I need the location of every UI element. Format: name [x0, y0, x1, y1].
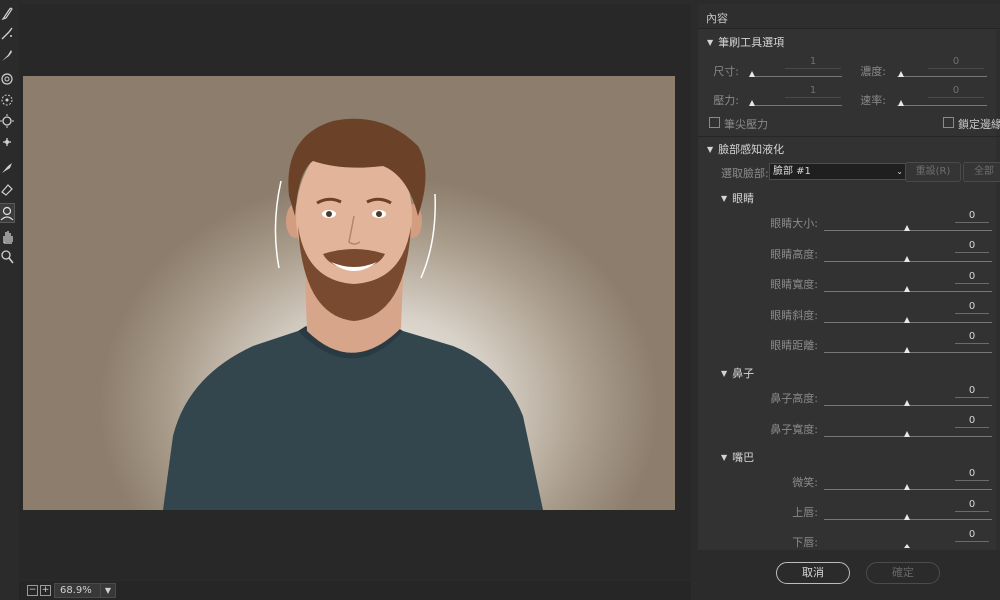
eye-distance-slider-thumb[interactable] — [904, 347, 910, 353]
smooth-icon[interactable] — [0, 46, 14, 64]
eye-width-slider-thumb[interactable] — [904, 286, 910, 292]
stylus-pressure-label: 筆尖壓力 — [724, 118, 768, 131]
eye-height-label: 眼睛高度: — [770, 248, 818, 261]
pin-edges-label: 鎖定邊緣 — [958, 118, 1000, 131]
reconstruct-icon[interactable] — [0, 24, 14, 42]
eye-distance-label: 眼睛距離: — [770, 339, 818, 352]
pressure-slider-thumb[interactable] — [749, 100, 755, 106]
nose-height-value[interactable]: 0 — [955, 384, 989, 398]
eye-distance-value[interactable]: 0 — [955, 330, 989, 344]
face-aware-header[interactable]: ▼ 臉部感知液化 — [707, 141, 784, 157]
smile-value[interactable]: 0 — [955, 467, 989, 481]
nose-width-slider-thumb[interactable] — [904, 431, 910, 437]
eye-tilt-label: 眼睛斜度: — [770, 309, 818, 322]
upper-lip-label: 上唇: — [792, 506, 818, 519]
twirl-clockwise-icon[interactable] — [0, 70, 14, 88]
nose-height-label: 鼻子高度: — [770, 392, 818, 405]
nose-height-slider-thumb[interactable] — [904, 400, 910, 406]
eye-tilt-slider-thumb[interactable] — [904, 317, 910, 323]
reset-button[interactable]: 重設(R) — [905, 162, 961, 182]
rate-slider-thumb[interactable] — [898, 100, 904, 106]
bloat-icon[interactable] — [0, 112, 14, 130]
eye-height-slider-thumb[interactable] — [904, 256, 910, 262]
forward-warp-icon[interactable] — [0, 4, 14, 22]
nose-title: 鼻子 — [732, 367, 755, 380]
triangle-down-icon: ▼ — [721, 369, 728, 378]
portrait-photo — [163, 118, 543, 510]
status-bar: − + 68.9% ▼ — [19, 581, 691, 600]
eye-width-value[interactable]: 0 — [955, 270, 989, 284]
panel-title: 內容 — [706, 12, 728, 25]
rate-label: 速率: — [860, 94, 886, 107]
face-aware-title: 臉部感知液化 — [718, 143, 785, 156]
density-value[interactable]: 0 — [928, 55, 984, 69]
brush-options-header[interactable]: ▼ 筆刷工具選項 — [707, 34, 784, 50]
pucker-icon[interactable] — [0, 91, 14, 109]
lower-lip-value[interactable]: 0 — [955, 528, 989, 542]
all-button[interactable]: 全部 — [963, 162, 1000, 182]
smile-label: 微笑: — [792, 476, 818, 489]
triangle-down-icon: ▼ — [707, 145, 714, 154]
pressure-value[interactable]: 1 — [785, 84, 841, 98]
pin-edges-checkbox[interactable] — [943, 117, 954, 128]
pressure-slider-track[interactable] — [750, 105, 842, 106]
eye-height-value[interactable]: 0 — [955, 239, 989, 253]
face-tool-icon[interactable] — [0, 203, 15, 223]
zoom-icon[interactable] — [0, 248, 14, 266]
hand-icon[interactable] — [0, 228, 14, 246]
panel-header: 內容 — [698, 4, 1000, 29]
size-value[interactable]: 1 — [785, 55, 841, 69]
thaw-mask-icon[interactable] — [0, 180, 14, 198]
eyes-header[interactable]: ▼ 眼睛 — [721, 190, 754, 206]
lower-lip-label: 下唇: — [792, 536, 818, 549]
eyes-title: 眼睛 — [732, 192, 755, 205]
lower-lip-slider-thumb[interactable] — [904, 544, 910, 548]
upper-lip-value[interactable]: 0 — [955, 498, 989, 512]
freeze-mask-icon[interactable] — [0, 158, 14, 176]
size-label: 尺寸: — [713, 65, 739, 78]
triangle-down-icon: ▼ — [721, 194, 728, 203]
zoom-out-button[interactable]: − — [27, 585, 38, 596]
density-slider-thumb[interactable] — [898, 71, 904, 77]
eye-tilt-value[interactable]: 0 — [955, 300, 989, 314]
nose-header[interactable]: ▼ 鼻子 — [721, 365, 754, 381]
cancel-button[interactable]: 取消 — [776, 562, 850, 584]
select-face-label: 選取臉部: — [721, 167, 769, 180]
tool-bar — [0, 0, 15, 600]
chevron-down-icon: ⌄ — [896, 167, 903, 176]
mouth-title: 嘴巴 — [732, 451, 755, 464]
brush-options-title: 筆刷工具選項 — [718, 36, 785, 49]
triangle-down-icon: ▼ — [707, 38, 714, 47]
panel-scrollbar[interactable] — [996, 30, 1000, 550]
size-slider-thumb[interactable] — [749, 71, 755, 77]
rate-value[interactable]: 0 — [928, 84, 984, 98]
ok-button[interactable]: 確定 — [866, 562, 940, 584]
density-label: 濃度: — [860, 65, 886, 78]
mouth-header[interactable]: ▼ 嘴巴 — [721, 449, 754, 465]
nose-width-label: 鼻子寬度: — [770, 423, 818, 436]
stylus-pressure-checkbox[interactable] — [709, 117, 720, 128]
eye-size-value[interactable]: 0 — [955, 209, 989, 223]
triangle-down-icon: ▼ — [721, 453, 728, 462]
zoom-level-field[interactable]: 68.9% — [54, 583, 101, 598]
density-slider-track[interactable] — [897, 76, 987, 77]
eye-size-label: 眼睛大小: — [770, 217, 818, 230]
pressure-label: 壓力: — [713, 94, 739, 107]
rate-slider-track[interactable] — [897, 105, 987, 106]
eye-size-slider-thumb[interactable] — [904, 225, 910, 231]
divider — [698, 136, 1000, 137]
select-face-dropdown[interactable]: 臉部 #1 ⌄ — [769, 163, 907, 180]
zoom-in-button[interactable]: + — [40, 585, 51, 596]
smile-slider-thumb[interactable] — [904, 484, 910, 490]
size-slider-track[interactable] — [750, 76, 842, 77]
eye-width-label: 眼睛寬度: — [770, 278, 818, 291]
select-face-value: 臉部 #1 — [773, 166, 811, 177]
nose-width-value[interactable]: 0 — [955, 414, 989, 428]
upper-lip-slider-thumb[interactable] — [904, 514, 910, 520]
preview-image[interactable] — [23, 76, 675, 510]
chevron-down-icon[interactable]: ▼ — [100, 583, 116, 598]
push-left-icon[interactable] — [0, 133, 14, 151]
